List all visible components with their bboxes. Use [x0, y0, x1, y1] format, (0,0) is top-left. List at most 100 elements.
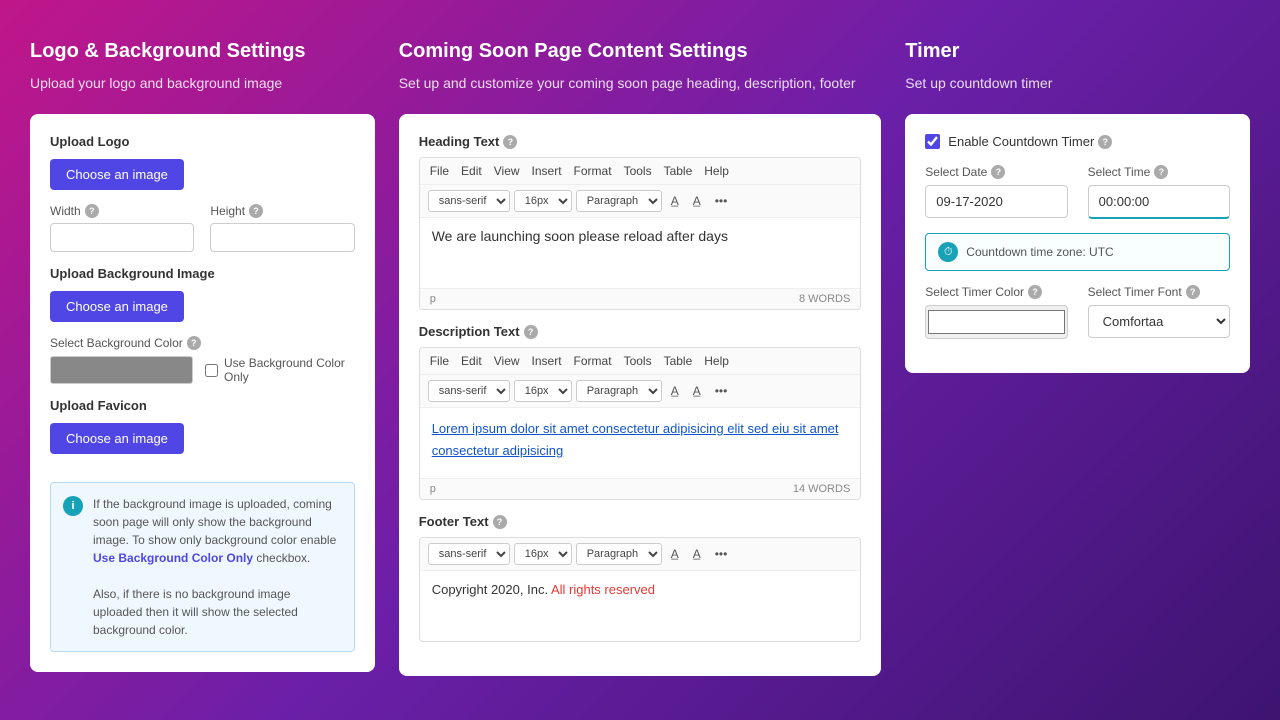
time-input[interactable]	[1088, 185, 1230, 219]
date-group: Select Date ?	[925, 165, 1067, 219]
width-group: Width ?	[50, 204, 194, 252]
timer-color-help-icon[interactable]: ?	[1028, 285, 1042, 299]
logo-section-title: Logo & Background Settings	[30, 40, 375, 63]
heading-editor: File Edit View Insert Format Tools Table…	[419, 157, 862, 310]
desc-menu-help[interactable]: Help	[704, 354, 729, 368]
heading-label: Heading Text ?	[419, 134, 862, 149]
heading-more-btn[interactable]: •••	[710, 191, 733, 211]
desc-menu-edit[interactable]: Edit	[461, 354, 482, 368]
coming-soon-title: Coming Soon Page Content Settings	[399, 40, 882, 63]
timer-font-label: Select Timer Font ?	[1088, 285, 1230, 299]
heading-toolbar-controls: sans-serif 16px Paragraph A̲ A̲ •••	[420, 185, 861, 218]
heading-font-select[interactable]: sans-serif	[428, 190, 510, 212]
heading-content[interactable]: We are launching soon please reload afte…	[420, 218, 861, 288]
use-bg-color-only-label[interactable]: Use Background Color Only	[205, 356, 355, 384]
choose-logo-button[interactable]: Choose an image	[50, 159, 184, 190]
date-input[interactable]	[925, 185, 1067, 218]
date-time-row: Select Date ? Select Time ?	[925, 165, 1230, 219]
desc-menu-tools[interactable]: Tools	[624, 354, 652, 368]
upload-bg-label: Upload Background Image	[50, 266, 355, 281]
menu-file[interactable]: File	[430, 164, 449, 178]
menu-help[interactable]: Help	[704, 164, 729, 178]
bg-color-help-icon[interactable]: ?	[187, 336, 201, 350]
time-help-icon[interactable]: ?	[1154, 165, 1168, 179]
heading-p-tag: p	[430, 293, 436, 305]
height-help-icon[interactable]: ?	[249, 204, 263, 218]
desc-font-color-btn[interactable]: A̲	[666, 381, 684, 401]
footer-paragraph-select[interactable]: Paragraph	[576, 543, 662, 565]
timer-section-title: Timer	[905, 40, 1250, 63]
height-label: Height ?	[210, 204, 354, 218]
timer-font-group: Select Timer Font ? Comfortaa Arial Robo…	[1088, 285, 1230, 339]
use-bg-color-only-checkbox[interactable]	[205, 364, 218, 377]
height-input[interactable]	[210, 223, 354, 252]
enable-timer-checkbox[interactable]	[925, 134, 940, 149]
menu-insert[interactable]: Insert	[532, 164, 562, 178]
color-swatch[interactable]	[50, 356, 193, 384]
description-editor: File Edit View Insert Format Tools Table…	[419, 347, 862, 500]
footer-help-icon[interactable]: ?	[493, 515, 507, 529]
desc-toolbar-menu: File Edit View Insert Format Tools Table…	[420, 348, 861, 375]
desc-menu-insert[interactable]: Insert	[532, 354, 562, 368]
choose-favicon-button[interactable]: Choose an image	[50, 423, 184, 454]
heading-highlight-btn[interactable]: A̲	[688, 191, 706, 211]
enable-timer-help-icon[interactable]: ?	[1098, 135, 1112, 149]
width-help-icon[interactable]: ?	[85, 204, 99, 218]
info-icon: i	[63, 496, 83, 516]
description-help-icon[interactable]: ?	[524, 325, 538, 339]
desc-more-btn[interactable]: •••	[710, 381, 733, 401]
footer-font-color-btn[interactable]: A̲	[666, 544, 684, 564]
footer-font-select[interactable]: sans-serif	[428, 543, 510, 565]
heading-footer: p 8 WORDS	[420, 288, 861, 309]
timezone-label: Countdown time zone: UTC	[966, 245, 1113, 259]
heading-help-icon[interactable]: ?	[503, 135, 517, 149]
enable-timer-label: Enable Countdown Timer ?	[948, 134, 1112, 149]
heading-word-count: 8 WORDS	[799, 293, 850, 305]
footer-more-btn[interactable]: •••	[710, 544, 733, 564]
desc-menu-file[interactable]: File	[430, 354, 449, 368]
desc-menu-format[interactable]: Format	[574, 354, 612, 368]
timer-font-help-icon[interactable]: ?	[1186, 285, 1200, 299]
coming-soon-subtitle: Set up and customize your coming soon pa…	[399, 73, 882, 94]
footer-content[interactable]: Copyright 2020, Inc. All rights reserved	[420, 571, 861, 641]
footer-highlight-btn[interactable]: A̲	[688, 544, 706, 564]
heading-paragraph-select[interactable]: Paragraph	[576, 190, 662, 212]
time-group: Select Time ?	[1088, 165, 1230, 219]
timer-font-select[interactable]: Comfortaa Arial Roboto Open Sans	[1088, 305, 1230, 338]
color-row: Use Background Color Only	[50, 356, 355, 384]
info-text: If the background image is uploaded, com…	[93, 495, 342, 639]
footer-toolbar-controls: sans-serif 16px Paragraph A̲ A̲ •••	[420, 538, 861, 571]
desc-menu-table[interactable]: Table	[664, 354, 693, 368]
date-label: Select Date ?	[925, 165, 1067, 179]
width-input[interactable]	[50, 223, 194, 252]
desc-toolbar-controls: sans-serif 16px Paragraph A̲ A̲ •••	[420, 375, 861, 408]
menu-table[interactable]: Table	[664, 164, 693, 178]
desc-paragraph-select[interactable]: Paragraph	[576, 380, 662, 402]
footer-size-select[interactable]: 16px	[514, 543, 572, 565]
timer-section-subtitle: Set up countdown timer	[905, 73, 1250, 94]
upload-favicon-label: Upload Favicon	[50, 398, 355, 413]
desc-font-select[interactable]: sans-serif	[428, 380, 510, 402]
logo-settings-card: Upload Logo Choose an image Width ? Heig…	[30, 114, 375, 672]
date-help-icon[interactable]: ?	[991, 165, 1005, 179]
enable-timer-row: Enable Countdown Timer ?	[925, 134, 1230, 149]
clock-icon: ⏱	[938, 242, 958, 262]
description-content[interactable]: Lorem ipsum dolor sit amet consectetur a…	[420, 408, 861, 478]
heading-size-select[interactable]: 16px	[514, 190, 572, 212]
timer-color-input[interactable]	[925, 305, 1067, 339]
desc-menu-view[interactable]: View	[494, 354, 520, 368]
description-label: Description Text ?	[419, 324, 862, 339]
menu-edit[interactable]: Edit	[461, 164, 482, 178]
desc-size-select[interactable]: 16px	[514, 380, 572, 402]
info-box: i If the background image is uploaded, c…	[50, 482, 355, 652]
time-label: Select Time ?	[1088, 165, 1230, 179]
use-bg-color-link[interactable]: Use Background Color Only	[93, 551, 253, 565]
description-footer: p 14 WORDS	[420, 478, 861, 499]
choose-bg-button[interactable]: Choose an image	[50, 291, 184, 322]
heading-font-color-btn[interactable]: A̲	[666, 191, 684, 211]
desc-highlight-btn[interactable]: A̲	[688, 381, 706, 401]
menu-tools[interactable]: Tools	[624, 164, 652, 178]
upload-logo-label: Upload Logo	[50, 134, 355, 149]
menu-view[interactable]: View	[494, 164, 520, 178]
menu-format[interactable]: Format	[574, 164, 612, 178]
